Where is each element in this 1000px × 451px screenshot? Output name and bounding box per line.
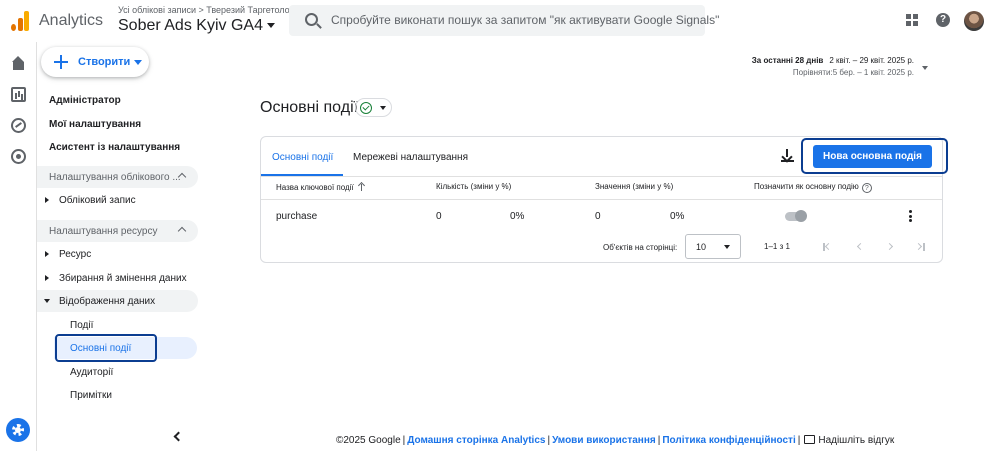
highlight-outline <box>55 334 157 362</box>
date-range-value: 2 квіт. – 29 квіт. 2025 р. <box>829 56 914 65</box>
date-compare: Порівняти:5 бер. – 1 квіт. 2025 р. <box>792 68 914 77</box>
tab-key-events[interactable]: Основні події <box>272 152 333 163</box>
rows-per-page-label: Об'єктів на сторінці: <box>603 243 678 252</box>
column-header-count[interactable]: Кількість (зміни у %) <box>436 182 511 191</box>
row-value-change: 0% <box>670 211 685 222</box>
collapse-arrow-icon <box>44 299 50 303</box>
sort-arrow-up-icon[interactable] <box>358 182 366 191</box>
settings-icon[interactable] <box>6 418 30 442</box>
help-circle-icon[interactable]: ? <box>861 183 872 193</box>
row-count-change: 0% <box>510 211 525 222</box>
top-bar: Analytics Усі облікові записи > Тверезий… <box>0 0 1000 42</box>
section-property-settings[interactable]: Налаштування ресурсу <box>37 220 198 242</box>
nav-property[interactable]: Ресурс <box>59 249 91 260</box>
feedback-icon <box>804 435 816 444</box>
chevron-down-icon <box>266 23 275 29</box>
rows-per-page-value: 10 <box>696 242 707 252</box>
nav-my-settings[interactable]: Мої налаштування <box>49 119 141 130</box>
copyright: ©2025 Google <box>336 435 401 446</box>
nav-data-collection[interactable]: Збирання й змінення даних <box>59 273 187 284</box>
nav-setup-assistant[interactable]: Асистент із налаштування <box>49 142 180 153</box>
prev-page-icon[interactable] <box>854 242 865 252</box>
advertising-icon[interactable] <box>11 149 26 164</box>
section-account-settings[interactable]: Налаштування облікового ... <box>37 166 198 188</box>
date-range-label: За останні 28 днів <box>751 56 824 65</box>
date-range-picker[interactable]: За останні 28 днів 2 квіт. – 29 квіт. 202… <box>752 56 914 77</box>
chevron-down-icon <box>380 106 386 110</box>
nav-events[interactable]: Події <box>70 320 93 331</box>
app-name[interactable]: Analytics <box>39 12 103 30</box>
home-icon[interactable] <box>11 56 26 71</box>
key-events-card: Основні події Мережеві налаштування Нова… <box>260 136 948 263</box>
column-header-name[interactable]: Назва ключової події <box>276 182 366 192</box>
expand-arrow-icon <box>45 275 49 281</box>
last-page-icon[interactable] <box>914 242 925 252</box>
row-event-name: purchase <box>276 211 318 222</box>
page-title: Основні події <box>260 99 359 116</box>
analytics-logo[interactable] <box>11 11 29 31</box>
download-icon[interactable] <box>781 149 794 163</box>
expand-arrow-icon <box>45 197 49 203</box>
avatar[interactable] <box>964 11 984 31</box>
row-count: 0 <box>436 211 442 222</box>
first-page-icon[interactable] <box>822 242 833 252</box>
nav-data-display[interactable]: Відображення даних <box>59 296 155 307</box>
expand-arrow-icon <box>45 251 49 257</box>
search-placeholder: Спробуйте виконати пошук за запитом "як … <box>331 13 720 27</box>
reports-icon[interactable] <box>11 87 26 102</box>
property-selector[interactable]: Sober Ads Kyiv GA4 <box>118 17 275 35</box>
pager-range: 1–1 з 1 <box>764 242 790 251</box>
create-label: Створити <box>78 56 131 68</box>
nav-audiences[interactable]: Аудиторії <box>70 367 113 378</box>
column-header-mark-key: Позначити як основну подію? <box>754 182 872 193</box>
divider <box>261 176 942 177</box>
check-circle-icon <box>360 102 372 114</box>
nav-admin[interactable]: Адміністратор <box>49 95 121 106</box>
more-vert-icon[interactable] <box>909 210 912 222</box>
search-input[interactable]: Спробуйте виконати пошук за запитом "як … <box>289 5 719 36</box>
feedback-link[interactable]: Надішліть відгук <box>818 435 894 446</box>
nav-account[interactable]: Обліковий запис <box>59 195 136 206</box>
divider <box>261 199 942 200</box>
next-page-icon[interactable] <box>885 242 896 252</box>
column-header-mark-key-label: Позначити як основну подію <box>754 182 859 191</box>
chevron-up-icon <box>177 226 187 236</box>
key-event-toggle[interactable] <box>783 210 807 222</box>
create-button[interactable]: Створити <box>41 47 149 77</box>
search-icon <box>305 13 318 26</box>
breadcrumb[interactable]: Усі облікові записи > Тверезий Таргетоло… <box>118 5 293 15</box>
admin-sidebar: Створити Адміністратор Мої налаштування … <box>37 42 208 451</box>
highlight-outline <box>801 138 948 174</box>
collapse-sidebar-icon[interactable] <box>173 431 184 442</box>
explore-icon[interactable] <box>11 118 26 133</box>
section-property-label: Налаштування ресурсу <box>49 226 158 237</box>
footer: ©2025 Google | Домашня сторінка Analytics |… <box>336 435 895 446</box>
chevron-down-icon <box>134 60 142 65</box>
chevron-down-icon[interactable] <box>922 66 928 70</box>
rows-per-page-select[interactable]: 10 <box>685 234 741 259</box>
plus-icon <box>54 55 68 69</box>
section-account-label: Налаштування облікового ... <box>49 172 181 183</box>
column-header-value[interactable]: Значення (зміни у %) <box>595 182 673 191</box>
help-icon[interactable]: ? <box>936 13 950 27</box>
property-name: Sober Ads Kyiv GA4 <box>118 17 263 34</box>
row-value: 0 <box>595 211 601 222</box>
left-rail <box>0 42 37 451</box>
footer-link-home[interactable]: Домашня сторінка Analytics <box>407 435 545 446</box>
tab-network-settings[interactable]: Мережеві налаштування <box>353 152 468 163</box>
footer-link-privacy[interactable]: Політика конфіденційності <box>662 435 795 446</box>
chevron-down-icon <box>724 245 730 249</box>
nav-annotations[interactable]: Примітки <box>70 390 112 401</box>
status-chip[interactable] <box>355 98 392 117</box>
footer-link-terms[interactable]: Умови використання <box>552 435 656 446</box>
apps-grid-icon[interactable] <box>906 14 918 26</box>
column-header-name-label: Назва ключової події <box>276 183 354 192</box>
